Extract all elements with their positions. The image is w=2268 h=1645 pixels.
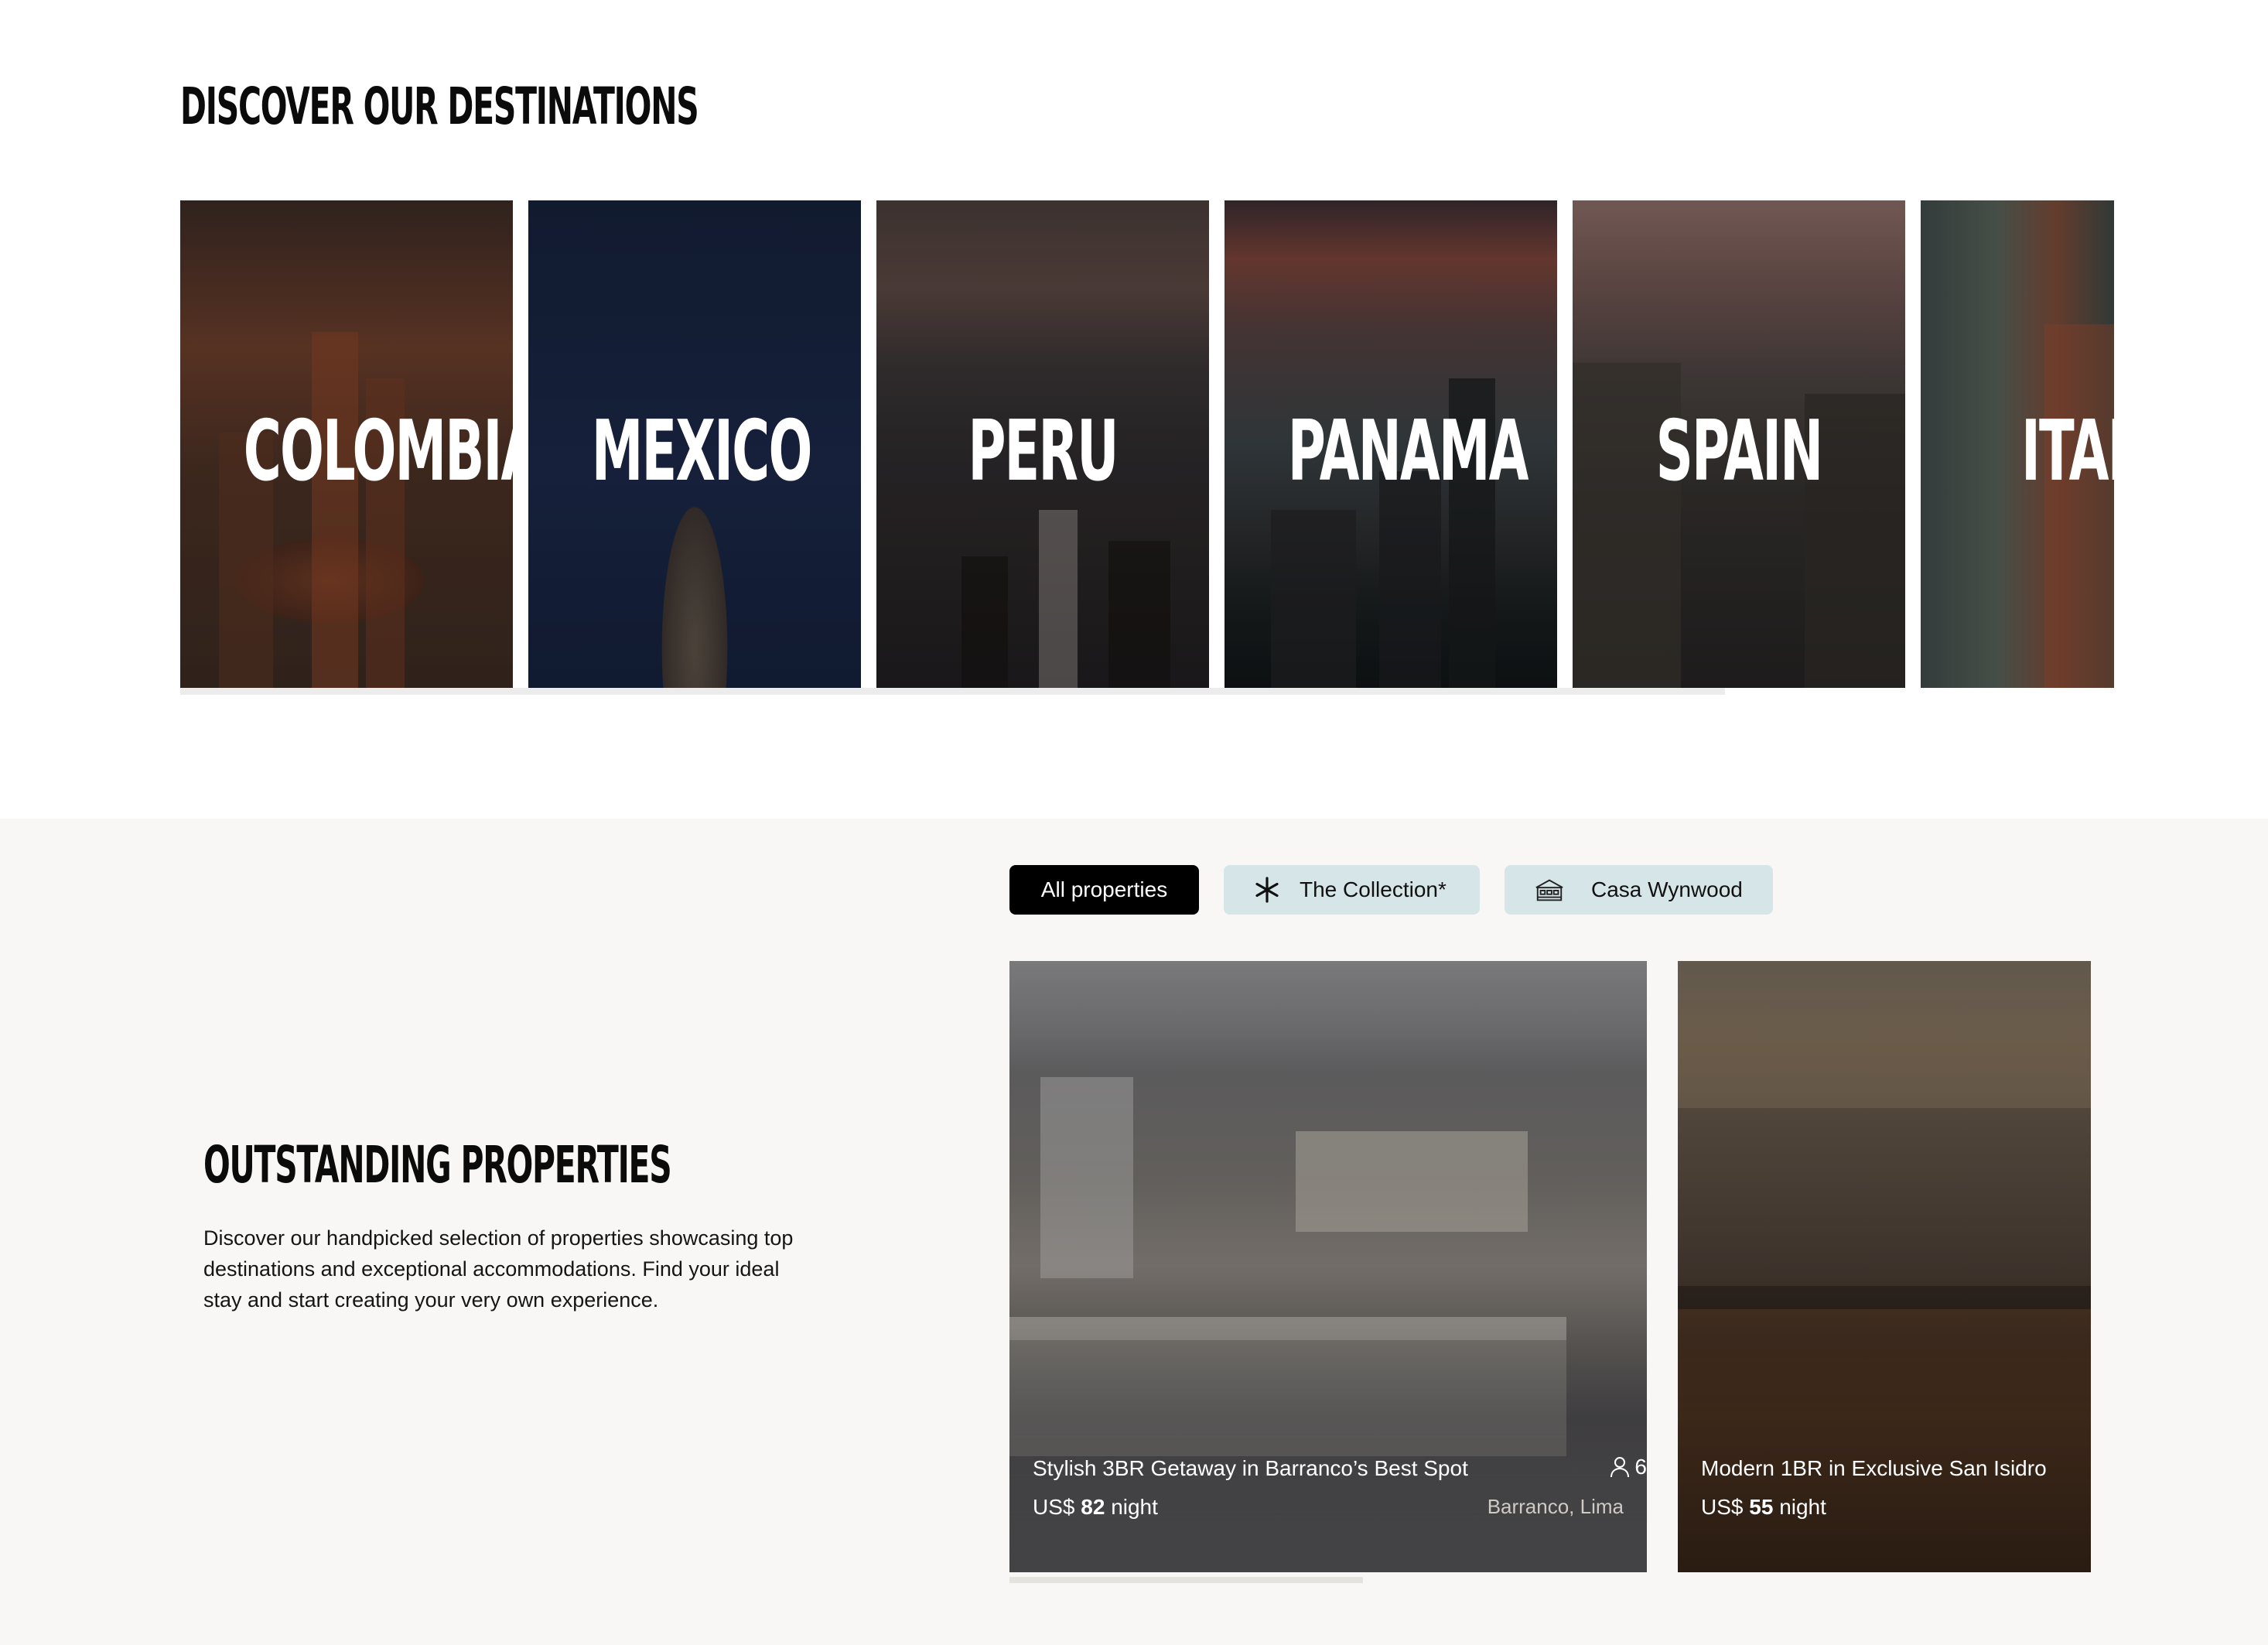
filter-label: Casa Wynwood — [1591, 877, 1743, 901]
destinations-title: Discover our destinations — [180, 77, 699, 136]
building-icon — [1534, 874, 1565, 905]
destinations-carousel[interactable]: Colombia Mexico Peru Panama Spain Italy — [180, 200, 2114, 688]
destination-card-mexico[interactable]: Mexico — [528, 200, 861, 688]
filter-label: The Collection* — [1300, 877, 1447, 901]
asterisk-icon — [1252, 874, 1283, 905]
property-price: US$ 82 night — [1033, 1495, 1158, 1520]
price-currency: US$ — [1701, 1495, 1744, 1519]
price-currency: US$ — [1033, 1495, 1075, 1519]
guest-count: 6 — [1610, 1455, 1647, 1479]
filter-label: All properties — [1040, 877, 1168, 901]
price-unit: night — [1111, 1495, 1158, 1519]
destination-label: Spain — [1655, 403, 1823, 500]
property-card-barranco[interactable]: Stylish 3BR Getaway in Barranco’s Best S… — [1009, 961, 1647, 1572]
person-icon — [1610, 1456, 1630, 1478]
destination-label: Panama — [1287, 403, 1529, 500]
property-location: Barranco, Lima — [1487, 1495, 1624, 1518]
property-price: US$ 55 night — [1701, 1495, 1826, 1520]
destination-label: Mexico — [591, 403, 813, 500]
destination-card-peru[interactable]: Peru — [876, 200, 1209, 688]
property-name: Stylish 3BR Getaway in Barranco’s Best S… — [1033, 1456, 1468, 1480]
properties-title: Outstanding properties — [203, 1135, 672, 1195]
destination-card-colombia[interactable]: Colombia — [180, 200, 513, 688]
filter-casa-wynwood[interactable]: Casa Wynwood — [1505, 865, 1773, 915]
destinations-scrollbar[interactable] — [180, 688, 1725, 695]
destination-label: Colombia — [243, 403, 513, 500]
filter-all-properties[interactable]: All properties — [1009, 865, 1199, 915]
destination-card-spain[interactable]: Spain — [1573, 200, 1905, 688]
destination-card-italy[interactable]: Italy — [1921, 200, 2114, 688]
guest-count-value: 6 — [1634, 1455, 1647, 1479]
property-card-san-isidro[interactable]: Modern 1BR in Exclusive San Isidro US$ 5… — [1678, 961, 2091, 1572]
destination-label: Peru — [968, 403, 1119, 500]
filter-the-collection[interactable]: The Collection* — [1224, 865, 1480, 915]
property-name: Modern 1BR in Exclusive San Isidro — [1701, 1456, 2047, 1480]
price-value: 55 — [1749, 1495, 1774, 1519]
destination-card-panama[interactable]: Panama — [1225, 200, 1557, 688]
destination-label: Italy — [2021, 403, 2114, 500]
price-value: 82 — [1081, 1495, 1105, 1519]
price-unit: night — [1779, 1495, 1826, 1519]
properties-description: Discover our handpicked selection of pro… — [203, 1226, 794, 1312]
properties-scrollbar[interactable] — [1009, 1577, 1363, 1583]
